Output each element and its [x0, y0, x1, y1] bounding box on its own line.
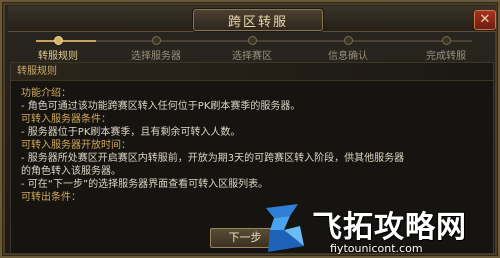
- rule-line: - 服务器位于PK刷本赛季，且有剩余可转入人数。: [21, 127, 241, 138]
- rule-line: - 服务器所处赛区开启赛区内转服前，开放为期3天的可跨赛区转入阶段，供其他服务器: [21, 153, 405, 164]
- step-label-complete[interactable]: 完成转服: [406, 47, 486, 62]
- step-dot-zone: [248, 36, 257, 45]
- rule-line: 可转出条件：: [21, 192, 81, 203]
- rule-line: 可转入服务器条件：: [21, 114, 111, 125]
- rule-line: 可转入服务器开放时间：: [21, 140, 131, 151]
- step-label-server[interactable]: 选择服务器: [116, 47, 196, 62]
- rules-text: 功能介绍： - 角色可通过该功能跨赛区转入任何位于PK刷本赛季的服务器。 可转入服务…: [21, 87, 491, 204]
- step-track-progress: [36, 40, 96, 42]
- step-dot-server: [152, 36, 161, 45]
- rule-line: 的角色转入该服务器。: [21, 166, 121, 177]
- section-title: 转服规则: [11, 63, 493, 81]
- title-bar: 跨区转服 ✕: [8, 6, 496, 32]
- rule-line: 功能介绍：: [21, 88, 71, 99]
- rule-line: - 可在“下一步”的选择服务器界面查看可转入区服列表。: [21, 179, 269, 190]
- next-step-button[interactable]: 下一步: [210, 228, 280, 248]
- step-dot-rules: [54, 36, 63, 45]
- rule-line: - 角色可通过该功能跨赛区转入任何位于PK刷本赛季的服务器。: [21, 101, 301, 112]
- dialog-title: 跨区转服: [193, 9, 323, 31]
- close-button[interactable]: ✕: [474, 10, 496, 30]
- dialog-frame: 跨区转服 ✕ 转服规则 选择服务器 选择赛区 信息确认 完成转服 转服规则 功能…: [0, 0, 500, 258]
- step-dot-complete: [442, 36, 451, 45]
- step-label-confirm[interactable]: 信息确认: [308, 47, 388, 62]
- rules-panel: 转服规则 功能介绍： - 角色可通过该功能跨赛区转入任何位于PK刷本赛季的服务器。…: [10, 62, 494, 254]
- step-label-rules[interactable]: 转服规则: [18, 47, 98, 62]
- step-label-zone[interactable]: 选择赛区: [212, 47, 292, 62]
- step-dot-confirm: [344, 36, 353, 45]
